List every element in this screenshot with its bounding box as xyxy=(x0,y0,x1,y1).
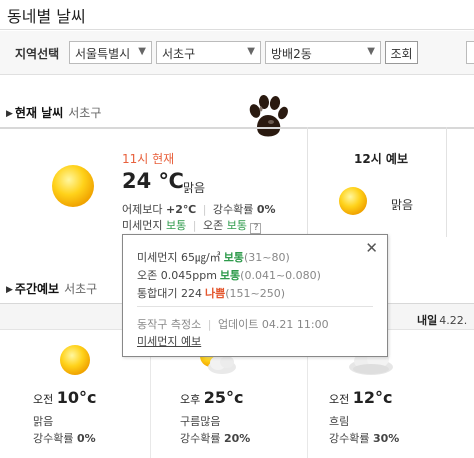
weekly-rain-value: 0% xyxy=(76,432,96,445)
dust-forecast-link[interactable]: 미세먼지 예보 xyxy=(137,333,201,349)
bullet-icon: ▶ xyxy=(6,285,13,295)
update-time: 업데이트 04.21 11:00 xyxy=(217,318,329,331)
neighborhood-select[interactable]: 방배2동 ▼ xyxy=(265,41,381,64)
weekly-day-temp: 오전 10°c xyxy=(33,388,97,407)
panel-divider xyxy=(307,127,308,237)
current-weather-location: 서초구 xyxy=(68,106,102,120)
weekly-forecast-title: 주간예보 xyxy=(14,282,60,296)
current-details: 어제보다 +2℃ | 강수확률 0% xyxy=(122,201,276,217)
page-header: 동네별 날씨 xyxy=(0,0,474,30)
ozone-label: 오존 xyxy=(202,219,224,232)
weekly-rain-value: 20% xyxy=(223,432,251,445)
rain-label: 강수확률 xyxy=(212,203,254,216)
cai-label: 통합대기 224 xyxy=(137,287,202,300)
cai-range: (151~250) xyxy=(225,287,286,300)
dust-status[interactable]: 보통 xyxy=(166,219,186,232)
bullet-icon: ▶ xyxy=(6,109,13,119)
chevron-down-icon: ▼ xyxy=(367,46,375,57)
tomorrow-label: 내일 4.22. xyxy=(417,312,467,328)
current-condition: 맑음 xyxy=(183,181,206,195)
station-info: 동작구 측정소 | 업데이트 04.21 11:00 xyxy=(137,316,329,332)
region-selector: 지역선택 서울특별시 ▼ 서초구 ▼ 방배2동 ▼ 조회 xyxy=(0,31,474,75)
pm10-label: 미세먼지 65㎍/㎥ xyxy=(137,251,221,264)
rain-value: 0% xyxy=(256,203,276,216)
ozone-row: 오존 0.045ppm 보통(0.041~0.080) xyxy=(137,267,321,283)
close-icon[interactable]: ✕ xyxy=(365,241,378,256)
weekly-day-rain: 강수확률 20% xyxy=(180,430,250,446)
current-weather-heading: ▶ 현재 날씨 서초구 xyxy=(6,104,101,121)
pm10-range: (31~80) xyxy=(243,251,290,264)
neighborhood-select-value: 방배2동 xyxy=(271,47,312,61)
chevron-down-icon: ▼ xyxy=(247,46,255,57)
weekly-day-period: 오전 xyxy=(33,393,54,406)
separator: | xyxy=(202,203,207,216)
search-button[interactable]: 조회 xyxy=(385,41,418,64)
panel-divider xyxy=(446,127,447,237)
current-time-label: 11시 현재 xyxy=(122,152,175,166)
sun-icon xyxy=(52,165,94,207)
ozone-detail-status: 보통 xyxy=(219,269,241,282)
weekly-rain-label: 강수확률 xyxy=(180,432,221,445)
separator: | xyxy=(192,219,197,232)
forecast-12-condition: 맑음 xyxy=(391,198,414,212)
extra-control[interactable] xyxy=(466,41,474,64)
page-title: 동네별 날씨 xyxy=(7,7,86,26)
weekly-day-condition: 흐림 xyxy=(329,415,350,428)
weekly-day-temp: 오전 12°c xyxy=(329,388,393,407)
tomorrow-text: 내일 xyxy=(417,314,438,327)
district-select[interactable]: 서초구 ▼ xyxy=(156,41,261,64)
tomorrow-date: 4.22. xyxy=(439,314,468,327)
cai-status: 나쁨 xyxy=(204,287,226,300)
popup-divider xyxy=(137,306,373,307)
weekly-rain-value: 30% xyxy=(372,432,400,445)
weekly-forecast-location: 서초구 xyxy=(64,282,98,296)
cai-row: 통합대기 224 나쁨(151~250) xyxy=(137,285,285,301)
ozone-detail-label: 오존 0.045ppm xyxy=(137,269,217,282)
pm10-status: 보통 xyxy=(223,251,244,264)
separator: | xyxy=(207,318,212,331)
chevron-down-icon: ▼ xyxy=(138,46,146,57)
weekly-day-condition: 맑음 xyxy=(33,415,54,428)
weekly-day-temp: 오후 25°c xyxy=(180,388,244,407)
air-quality-popup: ✕ 미세먼지 65㎍/㎥ 보통(31~80) 오존 0.045ppm 보통(0.04… xyxy=(122,234,388,357)
pm10-row: 미세먼지 65㎍/㎥ 보통(31~80) xyxy=(137,249,290,265)
weekly-day-temperature: 25°c xyxy=(203,388,244,407)
forecast-12-title: 12시 예보 xyxy=(354,152,408,166)
weekly-day-period: 오전 xyxy=(329,393,350,406)
sun-icon xyxy=(60,345,90,375)
region-label: 지역선택 xyxy=(15,47,60,61)
air-quality-line: 미세먼지 보통 | 오존 보통 ? xyxy=(122,217,262,234)
yesterday-diff: +2℃ xyxy=(165,203,197,216)
weekly-day-temperature: 12°c xyxy=(352,388,393,407)
weekly-day-period: 오후 xyxy=(180,393,201,406)
city-select-value: 서울특별시 xyxy=(75,47,131,61)
city-select[interactable]: 서울특별시 ▼ xyxy=(69,41,152,64)
weekly-day-condition: 구름많음 xyxy=(180,415,221,428)
weekly-rain-label: 강수확률 xyxy=(33,432,74,445)
ozone-status[interactable]: 보통 xyxy=(227,219,247,232)
yesterday-label: 어제보다 xyxy=(122,203,163,216)
weekly-rain-label: 강수확률 xyxy=(329,432,370,445)
weekly-day-rain: 강수확률 30% xyxy=(329,430,399,446)
current-weather-title: 현재 날씨 xyxy=(14,106,64,120)
weekly-day-temperature: 10°c xyxy=(56,388,97,407)
ozone-detail-range: (0.041~0.080) xyxy=(240,269,321,282)
district-select-value: 서초구 xyxy=(162,47,196,61)
weekly-day-rain: 강수확률 0% xyxy=(33,430,96,446)
weekly-forecast-heading: ▶ 주간예보 서초구 xyxy=(6,280,97,297)
sun-icon xyxy=(339,187,367,215)
help-icon[interactable]: ? xyxy=(250,223,262,234)
station-name: 동작구 측정소 xyxy=(137,318,202,331)
dust-label: 미세먼지 xyxy=(122,219,163,232)
current-temperature: 24 ℃ xyxy=(122,169,184,193)
